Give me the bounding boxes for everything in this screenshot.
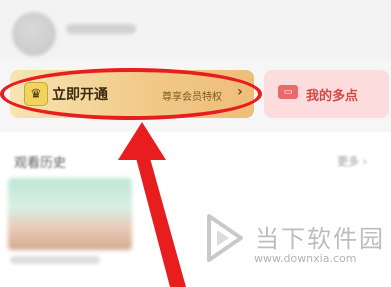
watermark-text: 当下软件园 xyxy=(255,225,385,253)
watermark-url: www.downxia.com xyxy=(254,252,357,265)
watermark-logo-icon xyxy=(207,214,243,262)
